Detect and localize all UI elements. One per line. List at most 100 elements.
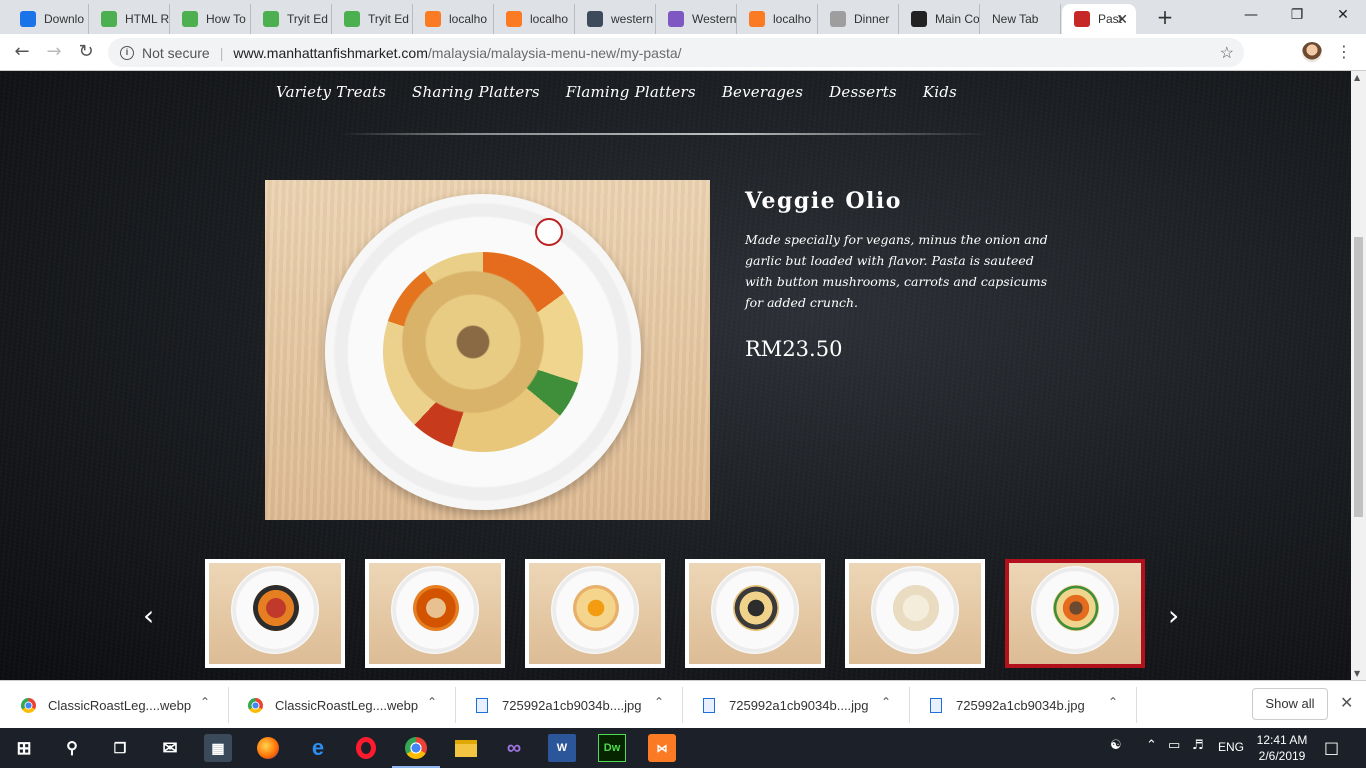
category-link-flaming-platters[interactable]: Flaming Platters xyxy=(566,83,696,101)
nav-divider xyxy=(340,133,990,135)
download-options-chevron-icon[interactable]: ⌃ xyxy=(654,695,664,709)
browser-tab[interactable]: Dinner xyxy=(818,4,899,34)
thumbnail-food xyxy=(1053,585,1099,631)
seafood-pasta-thumbnail[interactable] xyxy=(205,559,345,668)
scrollbar-thumb[interactable] xyxy=(1354,237,1363,517)
new-tab-button[interactable]: + xyxy=(1152,4,1178,30)
tab-title: Downlo xyxy=(44,12,85,26)
dreamweaver-icon[interactable]: Dw xyxy=(598,734,626,762)
download-options-chevron-icon[interactable]: ⌃ xyxy=(200,695,210,709)
category-link-beverages[interactable]: Beverages xyxy=(722,83,803,101)
file-explorer-icon[interactable] xyxy=(452,734,480,762)
download-filename: 725992a1cb9034b....jpg xyxy=(729,697,869,713)
close-window-button[interactable]: ✕ xyxy=(1320,0,1366,30)
url-separator: | xyxy=(219,44,224,61)
broken-image-icon xyxy=(830,11,846,27)
category-link-kids[interactable]: Kids xyxy=(923,83,957,101)
category-nav: Variety Treats Sharing Platters Flaming Pl… xyxy=(276,83,983,101)
edge-icon[interactable]: e xyxy=(304,734,332,762)
download-item[interactable]: 725992a1cb9034b.jpg xyxy=(928,689,1085,721)
browser-tab[interactable]: western xyxy=(575,4,656,34)
people-icon[interactable]: ☯ xyxy=(1110,738,1122,753)
browser-tab[interactable]: Downlo xyxy=(8,4,89,34)
search-icon[interactable]: ⚲ xyxy=(58,734,86,762)
close-tab-icon[interactable]: ✕ xyxy=(1116,11,1128,28)
clock-date: 2/6/2019 xyxy=(1258,749,1306,763)
info-icon[interactable]: i xyxy=(120,45,134,60)
shrimp-pasta-thumbnail[interactable] xyxy=(525,559,665,668)
image-site-icon xyxy=(587,11,603,27)
notifications-icon[interactable]: □ xyxy=(1324,738,1339,757)
tab-title: western xyxy=(611,12,654,26)
tomato-pasta-thumbnail[interactable] xyxy=(365,559,505,668)
browser-tab[interactable]: Tryit Ed xyxy=(251,4,332,34)
restaurant-logo-icon xyxy=(535,218,563,246)
security-status[interactable]: Not secure xyxy=(142,45,210,61)
download-filename: 725992a1cb9034b....jpg xyxy=(502,697,642,713)
chrome-icon[interactable] xyxy=(402,734,430,762)
category-link-sharing-platters[interactable]: Sharing Platters xyxy=(412,83,540,101)
browser-tab[interactable]: Western xyxy=(656,4,737,34)
browser-tab[interactable]: localho xyxy=(413,4,494,34)
browser-tab[interactable]: localho xyxy=(737,4,818,34)
category-link-desserts[interactable]: Desserts xyxy=(829,83,897,101)
bookmark-star-icon[interactable]: ☆ xyxy=(1220,43,1234,63)
tray-chevron-icon[interactable]: ⌃ xyxy=(1146,738,1157,753)
download-options-chevron-icon[interactable]: ⌃ xyxy=(881,695,891,709)
url-domain: www.manhattanfishmarket.com xyxy=(233,44,428,61)
download-item[interactable]: ClassicRoastLeg....webp xyxy=(247,689,418,721)
browser-tab[interactable]: New Tab xyxy=(980,4,1061,34)
browser-tab[interactable]: Past ✕ xyxy=(1062,4,1136,34)
mail-icon[interactable]: ✉ xyxy=(156,734,184,762)
visual-studio-icon[interactable]: ∞ xyxy=(500,734,528,762)
download-item[interactable]: 725992a1cb9034b....jpg xyxy=(474,689,642,721)
firefox-icon[interactable] xyxy=(254,734,282,762)
scroll-up-arrow-icon[interactable]: ▲ xyxy=(1354,73,1360,82)
carousel-next-arrow-icon[interactable]: › xyxy=(1168,599,1179,632)
thumbnail-food xyxy=(733,585,779,631)
penne-cream-thumbnail[interactable] xyxy=(845,559,985,668)
battery-icon[interactable]: ▭ xyxy=(1168,738,1180,753)
veggie-olio-thumbnail[interactable] xyxy=(1005,559,1145,668)
tab-title: Main Co xyxy=(935,12,980,26)
opera-icon[interactable] xyxy=(352,734,380,762)
download-options-chevron-icon[interactable]: ⌃ xyxy=(427,695,437,709)
clock[interactable]: 12:41 AM 2/6/2019 xyxy=(1254,732,1310,764)
back-button[interactable]: ← xyxy=(10,40,34,64)
mussel-pasta-thumbnail[interactable] xyxy=(685,559,825,668)
image-file-icon xyxy=(701,697,717,713)
profile-avatar[interactable] xyxy=(1302,42,1322,62)
page-scrollbar[interactable]: ▲ ▼ xyxy=(1351,71,1366,680)
word-icon[interactable]: W xyxy=(548,734,576,762)
reload-button[interactable]: ↻ xyxy=(74,40,98,64)
windows-start-icon[interactable]: ⊞ xyxy=(10,734,38,762)
store-icon[interactable]: ▦ xyxy=(204,734,232,762)
language-indicator[interactable]: ENG xyxy=(1218,740,1244,754)
browser-tab[interactable]: HTML R xyxy=(89,4,170,34)
task-view-icon[interactable]: ❐ xyxy=(106,734,134,762)
browser-tab[interactable]: Main Co xyxy=(899,4,980,34)
maximize-button[interactable]: ❐ xyxy=(1274,0,1320,30)
chrome-menu-icon[interactable]: ⋮ xyxy=(1336,42,1352,62)
xampp-icon xyxy=(749,11,765,27)
minimize-button[interactable]: — xyxy=(1228,0,1274,30)
xampp-icon[interactable]: ⋈ xyxy=(648,734,676,762)
w3schools-icon xyxy=(344,11,360,27)
category-link-variety-treats[interactable]: Variety Treats xyxy=(276,83,386,101)
carousel-prev-arrow-icon[interactable]: ‹ xyxy=(143,599,154,632)
address-bar[interactable]: i Not secure | www.manhattanfishmarket.c… xyxy=(108,38,1244,67)
show-all-downloads-button[interactable]: Show all xyxy=(1252,688,1328,720)
download-item[interactable]: ClassicRoastLeg....webp xyxy=(20,689,191,721)
download-options-chevron-icon[interactable]: ⌃ xyxy=(1108,695,1118,709)
forward-button[interactable]: → xyxy=(42,40,66,64)
volume-icon[interactable]: ♬ xyxy=(1192,738,1204,753)
scroll-down-arrow-icon[interactable]: ▼ xyxy=(1354,669,1360,678)
w3schools-icon xyxy=(182,11,198,27)
thumbnail-food xyxy=(893,585,939,631)
browser-tab[interactable]: How To xyxy=(170,4,251,34)
close-download-bar-icon[interactable]: ✕ xyxy=(1340,693,1353,712)
download-filename: ClassicRoastLeg....webp xyxy=(275,697,419,713)
browser-tab[interactable]: localho xyxy=(494,4,575,34)
browser-tab[interactable]: Tryit Ed xyxy=(332,4,413,34)
download-item[interactable]: 725992a1cb9034b....jpg xyxy=(701,689,869,721)
